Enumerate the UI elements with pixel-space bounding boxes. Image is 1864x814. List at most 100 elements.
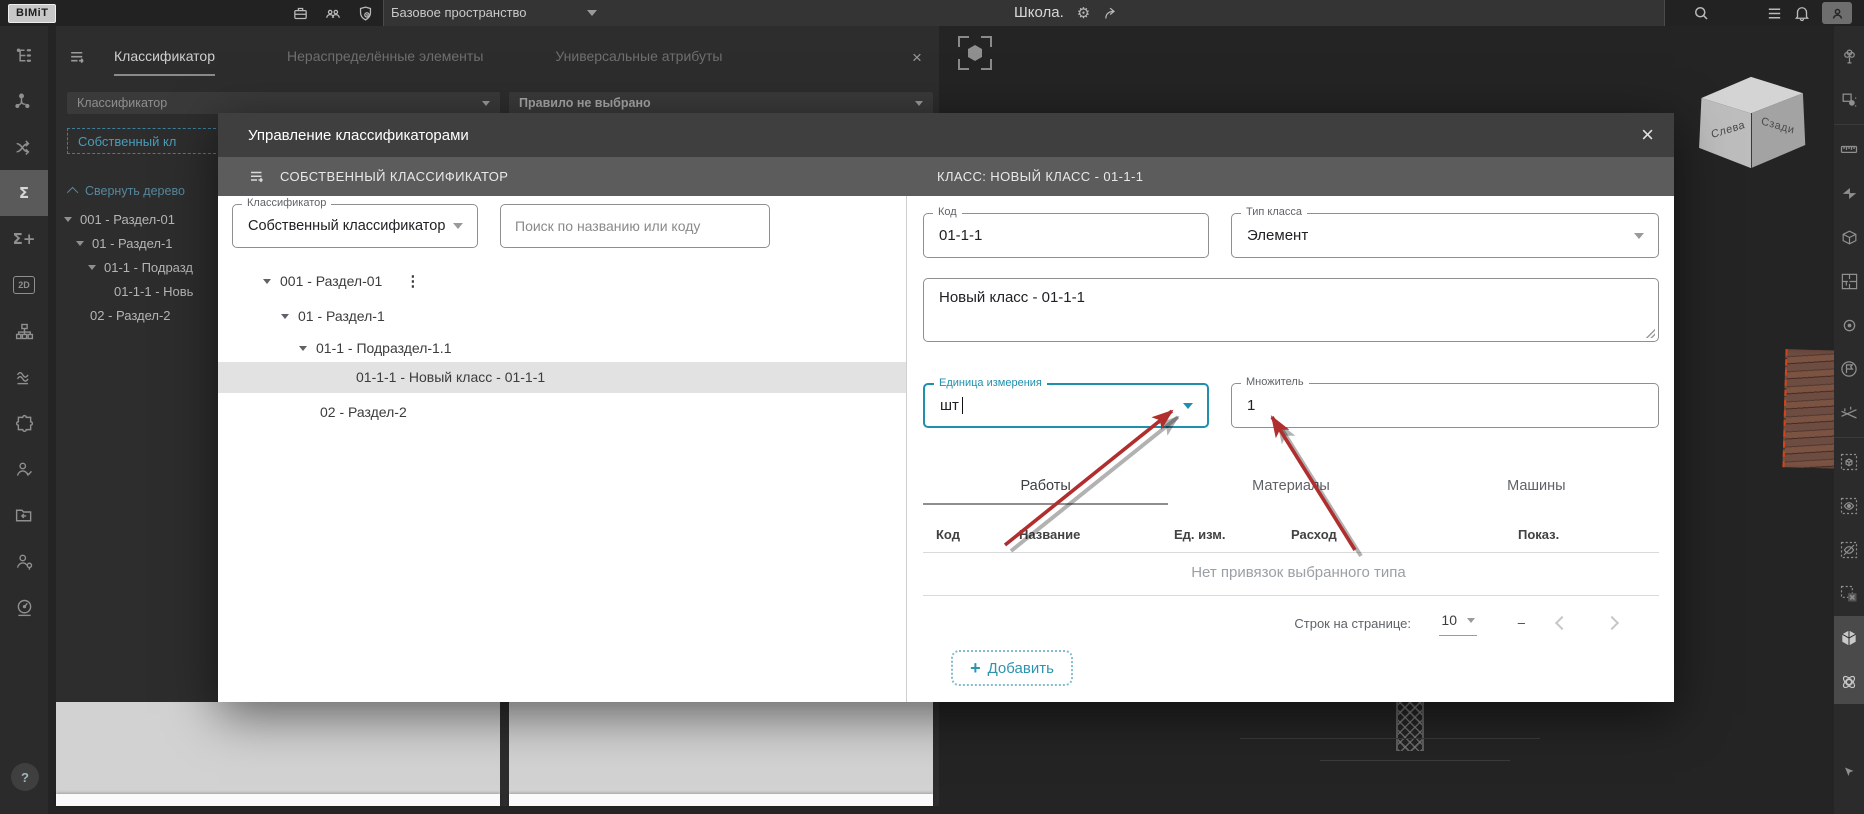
expander-icon[interactable] [281, 313, 289, 319]
classifier-select-value: Собственный классификатор [248, 218, 446, 234]
clear-selection-button[interactable] [1834, 572, 1864, 616]
ruler-button[interactable] [1834, 127, 1864, 171]
org-chart-button[interactable] [0, 308, 48, 354]
classifier-dropdown[interactable]: Классификатор [67, 92, 500, 114]
rule-dropdown[interactable]: Правило не выбрано [509, 92, 933, 114]
app-root: Слева Сзади Классификатор Нераспределённ… [0, 0, 1864, 814]
plugin-button[interactable] [0, 400, 48, 446]
solid-view-button[interactable] [1834, 616, 1864, 660]
tab-classifier[interactable]: Классификатор [114, 48, 216, 76]
workspace-switcher[interactable]: Базовое пространство [391, 0, 597, 26]
next-page-button[interactable] [1604, 615, 1620, 631]
section-menu-icon[interactable] [248, 168, 266, 186]
tree-row[interactable]: 01-1-1 - Новь [114, 284, 193, 299]
classifier-select[interactable]: Классификатор Собственный классификатор [232, 197, 478, 248]
resize-handle[interactable] [1645, 328, 1655, 338]
text-cursor [961, 397, 964, 414]
search-input[interactable] [500, 204, 770, 248]
tab-machines[interactable]: Машины [1414, 478, 1659, 505]
tree-row[interactable]: 001 - Раздел-01 [64, 212, 175, 227]
bracket-corner [958, 59, 969, 70]
tree-row[interactable]: 02 - Раздел-2 [90, 308, 171, 323]
shield-icon[interactable] [357, 5, 374, 22]
import-folder-button[interactable] [0, 492, 48, 538]
sum-add-button[interactable]: Σ+ [0, 216, 48, 262]
class-details-panel: Код 01-1-1 Тип класса Элемент Новый клас… [906, 196, 1674, 702]
nodes-button[interactable] [0, 78, 48, 124]
add-binding-button[interactable]: + Добавить [951, 650, 1073, 686]
trend-button[interactable] [0, 354, 48, 400]
expander-icon[interactable] [299, 345, 307, 351]
hierarchy-button[interactable] [0, 32, 48, 78]
tab-materials[interactable]: Материалы [1168, 478, 1413, 505]
code-field[interactable]: Код 01-1-1 [923, 206, 1209, 258]
show-button[interactable] [1834, 484, 1864, 528]
shuffle-button[interactable] [0, 124, 48, 170]
tree-row[interactable]: 001 - Раздел-01 ⋮ [263, 265, 420, 297]
hide-button[interactable] [1834, 528, 1864, 572]
measure-axes-button[interactable] [1834, 391, 1864, 435]
tree-row[interactable]: 01 - Раздел-1 [281, 300, 385, 332]
account-icon[interactable] [1822, 2, 1852, 24]
app-logo: BIMiT [8, 4, 57, 23]
user-location-button[interactable] [0, 538, 48, 584]
share-icon[interactable] [1103, 5, 1120, 22]
unit-combobox[interactable]: Единица измерения шт [923, 377, 1209, 428]
tree-row[interactable]: 01 - Раздел-1 [76, 236, 173, 251]
ground-line [1320, 760, 1510, 761]
multiplier-field[interactable]: Множитель 1 [1231, 376, 1659, 428]
tab-universal-attributes[interactable]: Универсальные атрибуты [555, 48, 722, 76]
unit-value: шт [940, 397, 959, 414]
class-type-select[interactable]: Тип класса Элемент [1231, 206, 1659, 258]
gear-icon[interactable]: ⚙ [1077, 4, 1090, 22]
cursor-icon [1843, 766, 1855, 778]
tree-row-selected[interactable]: 01-1-1 - Новый класс - 01-1-1 [356, 361, 545, 393]
divider [1834, 124, 1864, 125]
collapse-tree-button[interactable]: Свернуть дерево [66, 184, 185, 199]
section-planes-button[interactable] [1834, 171, 1864, 215]
panel-menu-icon[interactable] [68, 48, 87, 67]
tab-works[interactable]: Работы [923, 478, 1169, 505]
orbit-button[interactable] [1834, 660, 1864, 704]
kebab-menu-icon[interactable]: ⋮ [405, 272, 420, 290]
chevron-down-icon [915, 100, 923, 106]
list-icon[interactable] [1766, 5, 1783, 22]
class-type-value: Элемент [1247, 227, 1309, 244]
help-button[interactable]: ? [11, 763, 39, 791]
region-capture-button[interactable] [1834, 78, 1864, 122]
class-section-header: КЛАСС: НОВЫЙ КЛАСС - 01-1-1 [937, 169, 1144, 184]
tree-row[interactable]: 01-1 - Подраздел-1.1 [299, 332, 451, 364]
focus-region-icon[interactable] [958, 36, 992, 70]
flag-button[interactable] [1834, 347, 1864, 391]
tree-row[interactable]: 01-1 - Подразд [88, 260, 193, 275]
chevron-down-icon [1634, 232, 1644, 239]
locate-button[interactable] [1834, 303, 1864, 347]
own-classifier-label: Собственный кл [78, 133, 177, 149]
tree-row-label: 01-1 - Подраздел-1.1 [316, 340, 452, 356]
vegetation-button[interactable] [1834, 34, 1864, 78]
tab-unallocated-elements[interactable]: Нераспределённые элементы [287, 48, 483, 76]
expander-icon[interactable] [263, 278, 271, 284]
cube-wireframe-button[interactable] [1834, 215, 1864, 259]
previous-page-button[interactable] [1554, 615, 1570, 631]
floorplan-button[interactable] [1834, 259, 1864, 303]
box-mode-button[interactable] [1834, 440, 1864, 484]
rows-per-page-select[interactable]: 10 [1439, 612, 1477, 636]
sum-button[interactable]: Σ [0, 170, 48, 216]
panel-close-icon[interactable]: × [912, 48, 922, 68]
search-icon[interactable] [1692, 4, 1710, 22]
projects-icon[interactable] [292, 5, 309, 22]
description-textarea[interactable]: Новый класс - 01-1-1 [923, 278, 1659, 342]
notifications-icon[interactable] [1793, 4, 1811, 22]
team-icon[interactable] [324, 5, 342, 22]
chevron-down-icon[interactable] [1183, 402, 1193, 409]
dashboard-button[interactable] [0, 584, 48, 630]
column-header-unit: Ед. изм. [1174, 527, 1226, 542]
tree-row[interactable]: 02 - Раздел-2 [320, 396, 407, 428]
column-header-indicator: Показ. [1518, 527, 1560, 542]
2d-view-button[interactable]: 2D [0, 262, 48, 308]
user-check-button[interactable] [0, 446, 48, 492]
expander-icon [88, 265, 96, 270]
view-cube[interactable]: Слева Сзади [1692, 74, 1810, 170]
dialog-close-button[interactable]: × [1641, 113, 1654, 157]
